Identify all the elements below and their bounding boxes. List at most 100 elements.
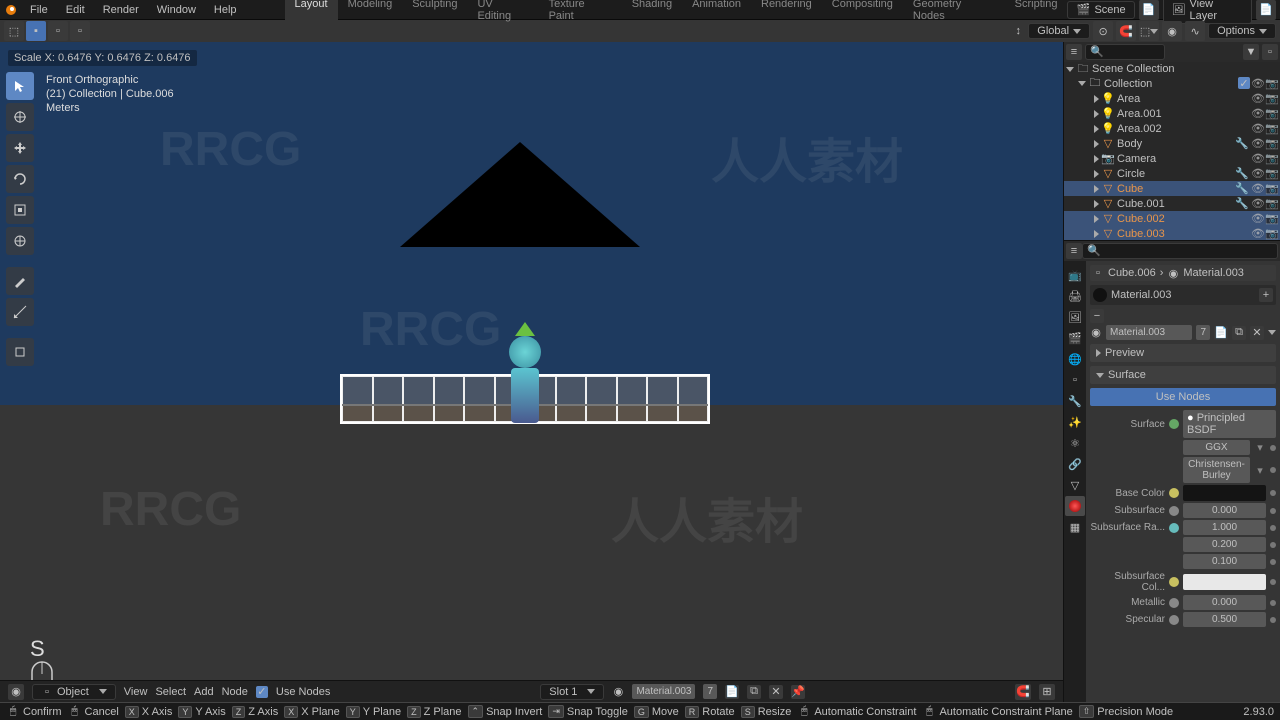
camera-icon[interactable]: 📷 bbox=[1265, 152, 1278, 165]
menu-render[interactable]: Render bbox=[95, 1, 147, 19]
node-menu-node[interactable]: Node bbox=[222, 686, 248, 698]
modifier-icon[interactable]: 🔧 bbox=[1236, 168, 1248, 180]
tool-rotate[interactable] bbox=[6, 165, 34, 193]
editor-type-icon[interactable]: ◉ bbox=[8, 684, 24, 700]
node-menu-view[interactable]: View bbox=[124, 686, 148, 698]
material-name-input[interactable]: Material.003 bbox=[1106, 325, 1192, 340]
material-slot[interactable]: Material.003 + bbox=[1090, 285, 1276, 305]
tool-measure[interactable] bbox=[6, 298, 34, 326]
value-socket-icon[interactable] bbox=[1169, 506, 1179, 516]
tab-uv-editing[interactable]: UV Editing bbox=[467, 0, 538, 25]
viewlayer-selector[interactable]: 🖼View Layer bbox=[1163, 0, 1253, 24]
anim-dot-icon[interactable] bbox=[1270, 542, 1276, 548]
tab-layout[interactable]: Layout bbox=[285, 0, 338, 25]
color-field[interactable] bbox=[1183, 574, 1266, 590]
camera-icon[interactable]: 📷 bbox=[1265, 137, 1278, 150]
mode-edge-icon[interactable]: ▫ bbox=[48, 21, 68, 41]
props-search[interactable] bbox=[1082, 243, 1278, 259]
breadcrumb-material[interactable]: Material.003 bbox=[1183, 267, 1244, 279]
eye-icon[interactable]: 👁 bbox=[1251, 152, 1264, 165]
outliner-item[interactable]: ▽Cube.003👁📷 bbox=[1064, 226, 1280, 240]
ptab-output-icon[interactable]: 🖨 bbox=[1065, 286, 1085, 306]
anim-dot-icon[interactable] bbox=[1270, 559, 1276, 565]
tab-texture-paint[interactable]: Texture Paint bbox=[539, 0, 622, 25]
tab-shading[interactable]: Shading bbox=[622, 0, 682, 25]
shader-socket-icon[interactable] bbox=[1169, 419, 1179, 429]
node-menu-add[interactable]: Add bbox=[194, 686, 214, 698]
menu-window[interactable]: Window bbox=[149, 1, 204, 19]
duplicate-material-icon[interactable]: ⧉ bbox=[1232, 326, 1246, 340]
eye-icon[interactable]: 👁 bbox=[1251, 92, 1264, 105]
unlink-material-icon[interactable]: ✕ bbox=[1250, 326, 1264, 340]
material-browse-icon[interactable]: ◉ bbox=[1090, 327, 1102, 339]
overlay-icon[interactable]: ⊞ bbox=[1039, 684, 1055, 700]
outliner-new-collection-icon[interactable]: ▫ bbox=[1262, 44, 1278, 60]
outliner-item[interactable]: 💡Area.001👁📷 bbox=[1064, 106, 1280, 121]
vector-socket-icon[interactable] bbox=[1169, 523, 1179, 533]
add-slot-button[interactable]: + bbox=[1259, 288, 1273, 302]
mode-face-icon[interactable]: ▫ bbox=[70, 21, 90, 41]
outliner-item[interactable]: 💡Area👁📷 bbox=[1064, 91, 1280, 106]
surface-shader[interactable]: ● Principled BSDF bbox=[1183, 410, 1276, 438]
camera-icon[interactable]: 📷 bbox=[1265, 92, 1278, 105]
material-browse-icon[interactable]: ◉ bbox=[612, 686, 624, 698]
new-material-icon[interactable]: 📄 bbox=[1214, 326, 1228, 340]
ptab-modifier-icon[interactable]: 🔧 bbox=[1065, 391, 1085, 411]
outliner-item[interactable]: ▽Circle🔧👁📷 bbox=[1064, 166, 1280, 181]
modifier-icon[interactable]: 🔧 bbox=[1236, 138, 1248, 150]
eye-icon[interactable]: 👁 bbox=[1251, 122, 1264, 135]
eye-icon[interactable]: 👁 bbox=[1251, 212, 1264, 225]
use-nodes-toggle[interactable]: Use Nodes bbox=[1090, 388, 1276, 406]
material-users[interactable]: 7 bbox=[1196, 325, 1210, 340]
tab-modeling[interactable]: Modeling bbox=[338, 0, 403, 25]
object-mode-dropdown[interactable]: ▫Object bbox=[32, 684, 116, 700]
number-field[interactable]: 0.000 bbox=[1183, 595, 1266, 610]
menu-file[interactable]: File bbox=[22, 1, 56, 19]
sss-method-dropdown[interactable]: Christensen-Burley bbox=[1183, 457, 1250, 483]
orientation-dropdown[interactable]: Global bbox=[1028, 23, 1090, 39]
pin-icon[interactable]: 📌 bbox=[791, 685, 805, 699]
number-field[interactable]: 0.000 bbox=[1183, 503, 1266, 518]
menu-help[interactable]: Help bbox=[206, 1, 245, 19]
outliner-item[interactable]: ▽Cube.001🔧👁📷 bbox=[1064, 196, 1280, 211]
color-socket-icon[interactable] bbox=[1169, 488, 1179, 498]
number-field[interactable]: 0.200 bbox=[1183, 537, 1266, 552]
material-menu-icon[interactable] bbox=[1268, 330, 1276, 335]
duplicate-material-icon[interactable]: ⧉ bbox=[747, 685, 761, 699]
ptab-material-icon[interactable] bbox=[1065, 496, 1085, 516]
eye-icon[interactable]: 👁 bbox=[1251, 137, 1264, 150]
camera-icon[interactable]: 📷 bbox=[1265, 212, 1278, 225]
unlink-material-icon[interactable]: ✕ bbox=[769, 685, 783, 699]
eye-icon[interactable]: 👁 bbox=[1251, 167, 1264, 180]
anim-dot-icon[interactable] bbox=[1270, 508, 1276, 514]
remove-slot-button[interactable]: − bbox=[1090, 309, 1104, 323]
modifier-icon[interactable]: 🔧 bbox=[1236, 198, 1248, 210]
ptab-mesh-icon[interactable]: ▽ bbox=[1065, 475, 1085, 495]
menu-edit[interactable]: Edit bbox=[58, 1, 93, 19]
node-menu-select[interactable]: Select bbox=[155, 686, 186, 698]
outliner-item[interactable]: 💡Area.002👁📷 bbox=[1064, 121, 1280, 136]
ptab-particle-icon[interactable]: ✨ bbox=[1065, 412, 1085, 432]
anim-dot-icon[interactable] bbox=[1270, 525, 1276, 531]
anim-dot-icon[interactable] bbox=[1270, 579, 1276, 585]
camera-icon[interactable]: 📷 bbox=[1265, 182, 1278, 195]
ptab-scene-icon[interactable]: 🎬 bbox=[1065, 328, 1085, 348]
ptab-physics-icon[interactable]: ⚛ bbox=[1065, 433, 1085, 453]
new-scene-button[interactable]: 📄 bbox=[1139, 0, 1159, 20]
anim-dot-icon[interactable] bbox=[1270, 617, 1276, 623]
value-socket-icon[interactable] bbox=[1169, 615, 1179, 625]
eye-icon[interactable]: 👁 bbox=[1251, 227, 1264, 240]
camera-icon[interactable]: 📷 bbox=[1265, 107, 1278, 120]
ptab-viewlayer-icon[interactable]: 🖼 bbox=[1065, 307, 1085, 327]
ptab-constraint-icon[interactable]: 🔗 bbox=[1065, 454, 1085, 474]
ptab-render-icon[interactable]: 📺 bbox=[1065, 265, 1085, 285]
number-field[interactable]: 0.100 bbox=[1183, 554, 1266, 569]
ptab-object-icon[interactable]: ▫ bbox=[1065, 370, 1085, 390]
options-dropdown[interactable]: Options bbox=[1208, 23, 1276, 39]
tab-rendering[interactable]: Rendering bbox=[751, 0, 822, 25]
number-field[interactable]: 1.000 bbox=[1183, 520, 1266, 535]
color-socket-icon[interactable] bbox=[1169, 577, 1179, 587]
outliner-item[interactable]: ▽Body🔧👁📷 bbox=[1064, 136, 1280, 151]
tool-move[interactable] bbox=[6, 134, 34, 162]
camera-icon[interactable]: 📷 bbox=[1265, 167, 1278, 180]
